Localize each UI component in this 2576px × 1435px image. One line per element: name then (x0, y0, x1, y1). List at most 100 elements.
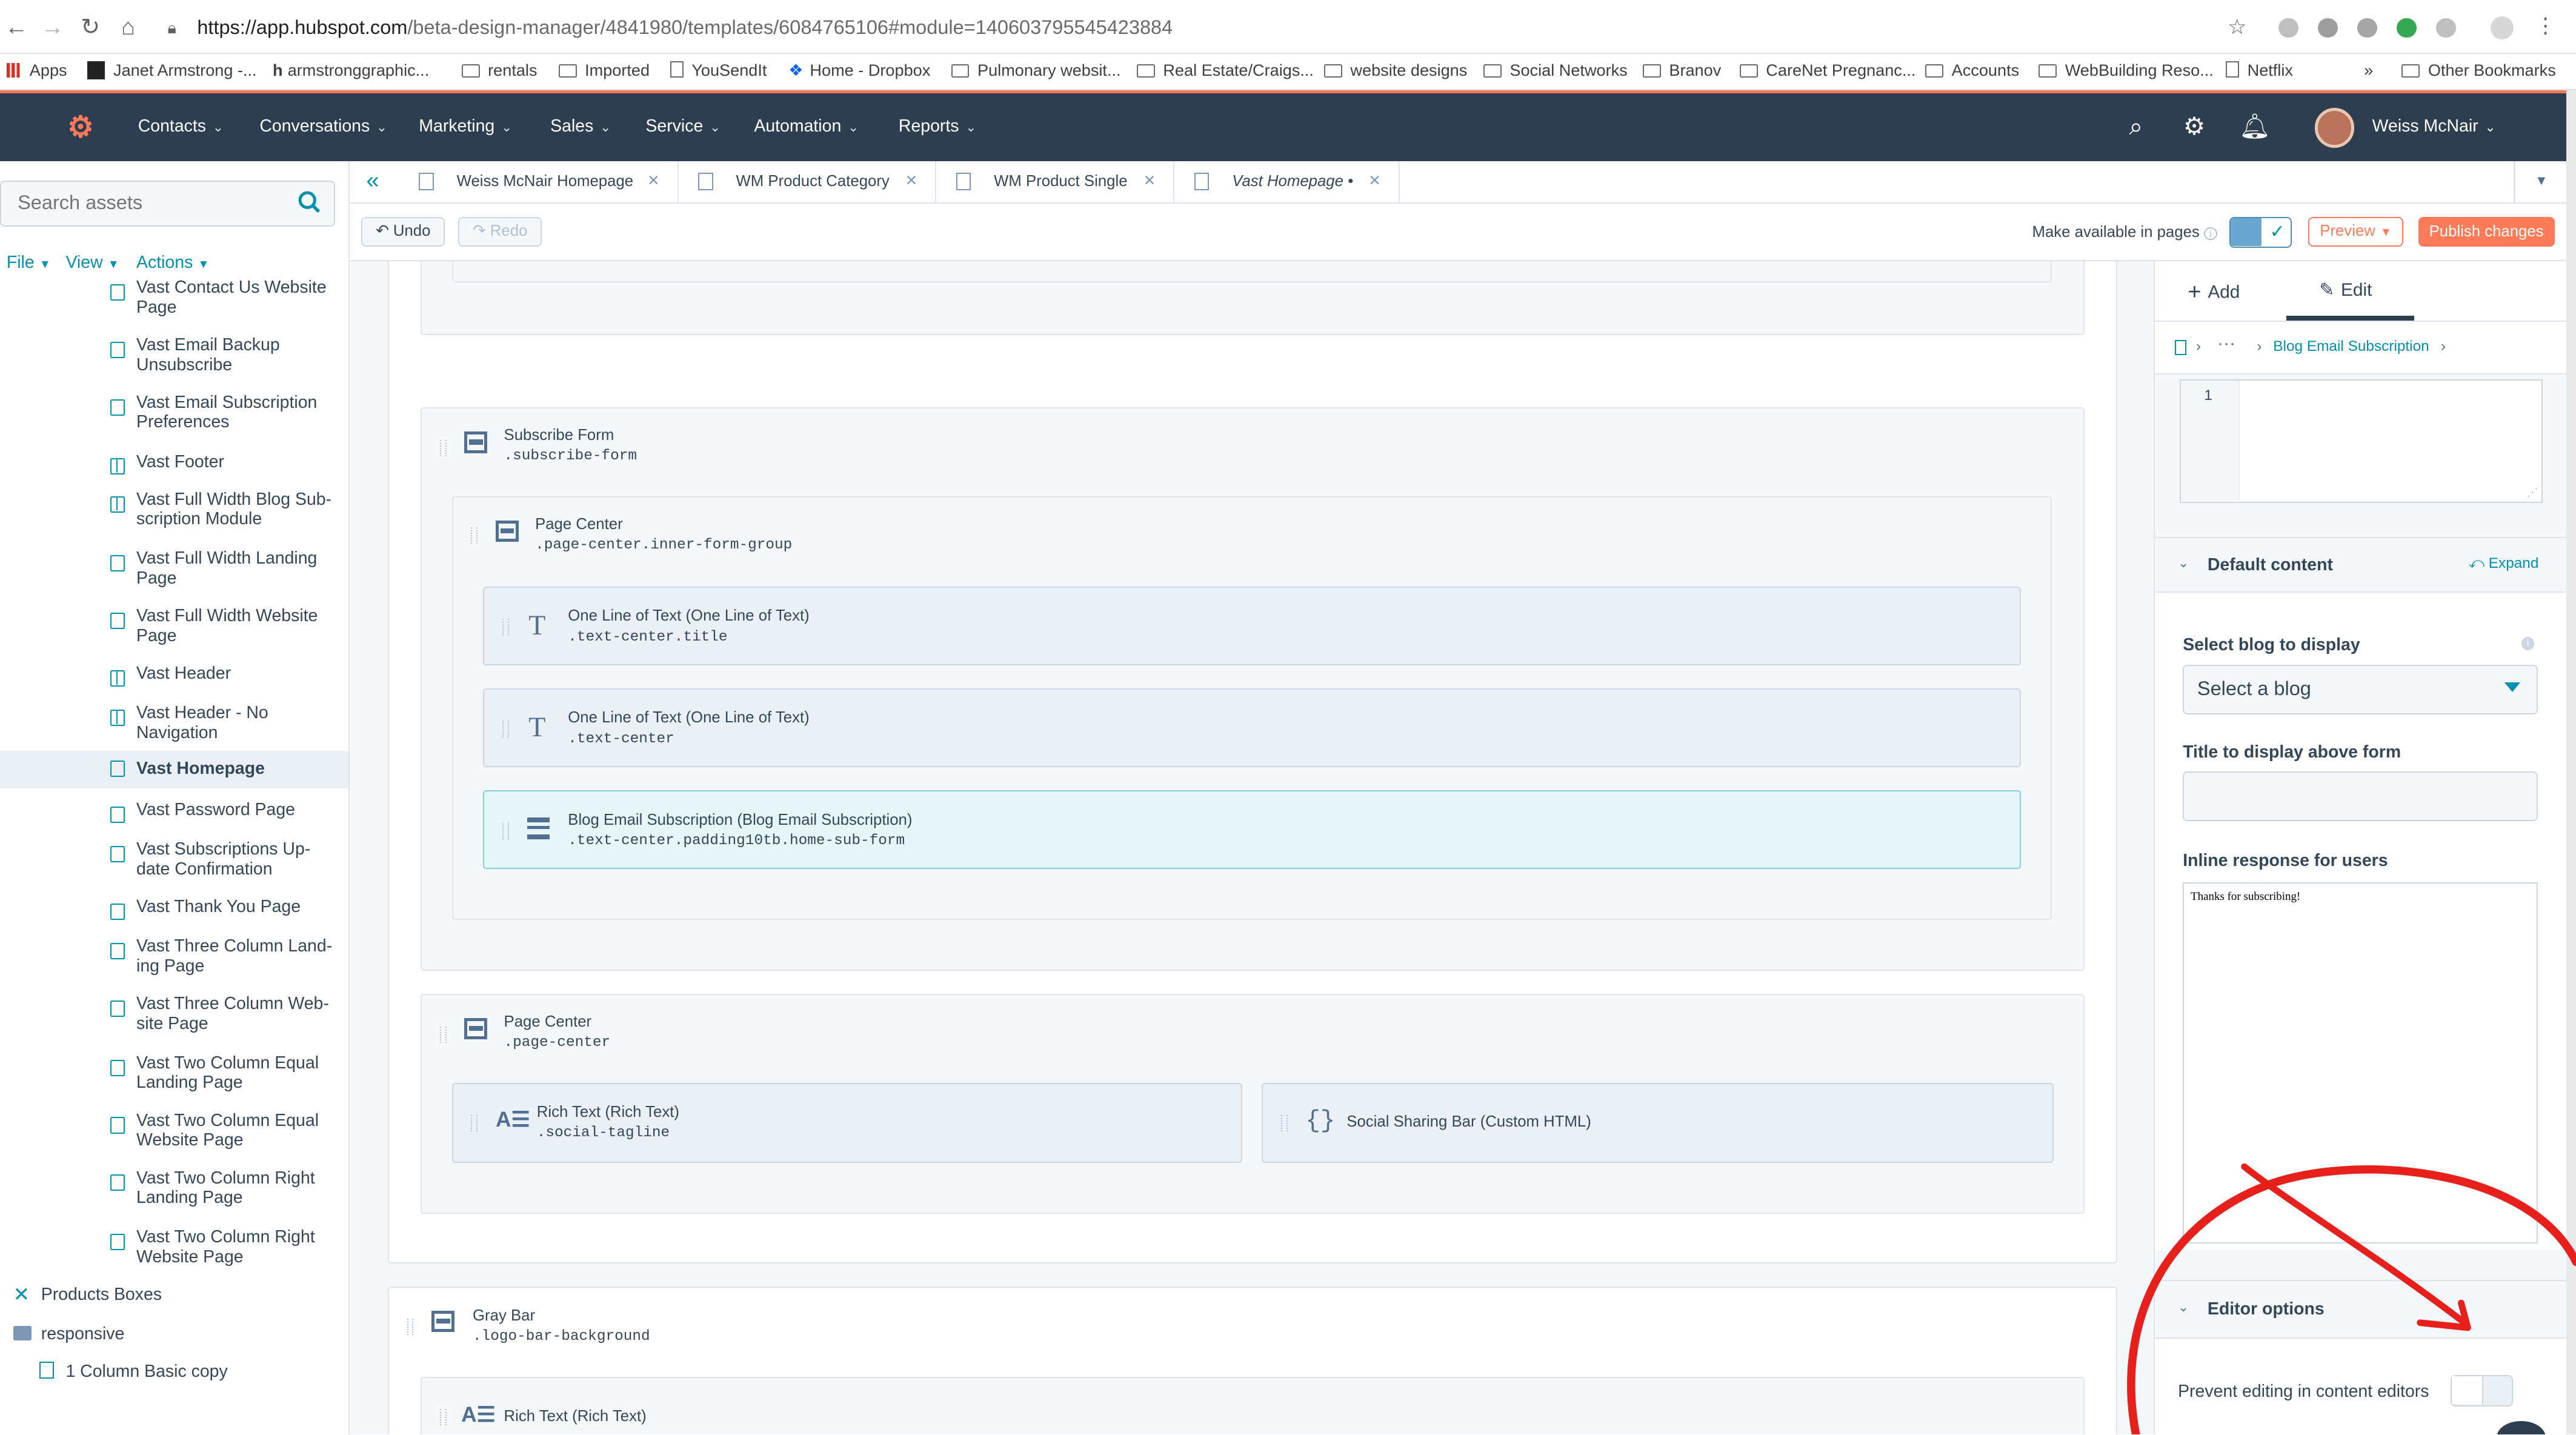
drag-handle-icon[interactable] (439, 439, 447, 456)
bookmark-item[interactable]: rentals (461, 61, 537, 80)
tree-item[interactable]: Vast Email Backup Unsubscribe (0, 335, 348, 384)
bookmark-item[interactable]: ❖ Home - Dropbox (788, 61, 930, 80)
close-icon[interactable]: × (905, 169, 917, 191)
bookmark-item[interactable]: Accounts (1925, 61, 2019, 80)
tree-item[interactable]: Vast Two Column Equal Landing Page (0, 1053, 348, 1102)
nav-reports[interactable]: Reports ⌄ (899, 116, 977, 136)
caret-down-icon[interactable]: ▼ (2535, 173, 2548, 188)
close-icon[interactable]: × (1144, 169, 1156, 191)
bookmark-item[interactable]: Imported (558, 61, 650, 80)
close-icon[interactable]: × (648, 169, 659, 191)
home-icon[interactable]: ⌂ (115, 15, 141, 41)
module-rich-text[interactable]: A☰ Rich Text (Rich Text) .social-tagline (451, 1082, 1242, 1164)
avatar[interactable] (2314, 108, 2354, 148)
extension-icon[interactable] (2278, 18, 2298, 38)
tree-item[interactable]: 1 Column Basic copy (39, 1362, 335, 1385)
drag-handle-icon[interactable] (502, 822, 509, 839)
bookmark-apps[interactable]: Apps (6, 61, 67, 80)
tree-item[interactable]: Vast Full Width Blog Sub-scription Modul… (0, 490, 348, 539)
inline-response-editor[interactable]: Thanks for subscribing! (2183, 882, 2538, 1244)
chat-launcher-icon[interactable] (2496, 1421, 2546, 1434)
bookmark-item[interactable]: CareNet Pregnanc... (1739, 61, 1915, 80)
tab-weiss-mcnair-homepage[interactable]: Weiss McNair Homepage × (399, 161, 679, 204)
url-field[interactable]: 🔒︎ https://app.hubspot.com/beta-design-m… (158, 8, 2260, 48)
bookmark-item[interactable]: Janet Armstrong -... (87, 61, 257, 80)
extension-icon[interactable] (2357, 18, 2377, 38)
default-content-header[interactable]: ⌄ Default content ⤺ Expand (2155, 538, 2566, 593)
actions-menu[interactable]: Actions ▼ (136, 253, 209, 273)
tree-item-products-boxes[interactable]: ✕ Products Boxes (13, 1284, 342, 1308)
tree-item[interactable]: Vast Full Width Website Page (0, 606, 348, 655)
expand-button[interactable]: ⤺ Expand (2469, 555, 2539, 572)
tree-item[interactable]: Vast Email Subscription Preferences (0, 393, 348, 442)
tree-item[interactable]: Vast Three Column Web-site Page (0, 994, 348, 1043)
view-menu[interactable]: View ▼ (65, 253, 119, 273)
search-icon[interactable]: ⌕ (2129, 113, 2143, 139)
publish-changes-button[interactable]: Publish changes (2418, 216, 2555, 247)
breadcrumb-current[interactable]: Blog Email Subscription (2273, 338, 2429, 355)
drag-handle-icon[interactable] (407, 1319, 414, 1336)
tree-item[interactable]: Vast Two Column Equal Website Page (0, 1111, 348, 1160)
tree-item[interactable]: Vast Two Column Right Website Page (0, 1227, 348, 1276)
bookmark-item[interactable]: WebBuilding Reso... (2039, 61, 2214, 80)
page-icon[interactable] (2174, 340, 2186, 355)
bookmark-item[interactable]: Pulmonary websit... (951, 61, 1121, 80)
nav-automation[interactable]: Automation ⌄ (754, 116, 859, 136)
prevent-editing-toggle[interactable] (2451, 1375, 2514, 1407)
search-icon[interactable] (298, 190, 321, 213)
bookmark-item[interactable]: Real Estate/Craigs... (1137, 61, 1314, 80)
nav-service[interactable]: Service ⌄ (645, 116, 721, 136)
tree-item[interactable]: Vast Contact Us Website Page (0, 278, 348, 327)
module-text-center[interactable]: T One Line of Text (One Line of Text) .t… (483, 688, 2021, 768)
extension-icon[interactable] (2318, 18, 2338, 38)
module-social-sharing-bar[interactable]: {} Social Sharing Bar (Custom HTML) (1262, 1082, 2054, 1164)
reload-icon[interactable]: ↻ (77, 15, 103, 41)
tree-item[interactable]: Vast Header - No Navigation (0, 703, 348, 752)
bookmark-item[interactable]: YouSendIt (670, 61, 767, 80)
bookmarks-overflow[interactable]: » (2364, 61, 2373, 80)
nav-sales[interactable]: Sales ⌄ (550, 116, 611, 136)
drag-handle-icon[interactable] (471, 527, 478, 544)
bookmark-item[interactable]: Branov (1643, 61, 1721, 80)
module-blog-email-subscription[interactable]: Blog Email Subscription (Blog Email Subs… (483, 790, 2021, 870)
drag-handle-icon[interactable] (439, 1026, 447, 1043)
bookmark-item[interactable]: Social Networks (1483, 61, 1628, 80)
gray-bar-inner[interactable]: A☰ Rich Text (Rich Text) (421, 1376, 2085, 1434)
drag-handle-icon[interactable] (502, 721, 509, 737)
preview-button[interactable]: Preview ▼ (2308, 216, 2404, 247)
make-available-toggle[interactable]: ✓ (2229, 216, 2292, 248)
extension-icon[interactable] (2436, 18, 2456, 38)
tree-item[interactable]: Vast Subscriptions Up-date Confirmation (0, 839, 348, 888)
tree-item[interactable]: Vast Two Column Right Landing Page (0, 1168, 348, 1217)
section-top-inner[interactable] (451, 261, 2052, 283)
tree-item[interactable]: Vast Footer (0, 452, 348, 485)
module-text-title[interactable]: T One Line of Text (One Line of Text) .t… (483, 586, 2021, 665)
user-menu[interactable]: Weiss McNair ⌄ (2372, 116, 2496, 136)
bookmark-item[interactable]: website designs (1324, 61, 1467, 80)
tree-folder-responsive[interactable]: responsive (13, 1324, 342, 1347)
bookmark-item[interactable]: Other Bookmarks (2401, 61, 2556, 80)
drag-handle-icon[interactable] (1280, 1115, 1288, 1132)
tree-item[interactable]: Vast Password Page (0, 800, 348, 833)
hubspot-logo-icon[interactable]: ⚙︎ (62, 110, 99, 146)
tree-item[interactable]: Vast Header (0, 664, 348, 696)
back-icon[interactable]: ← (3, 15, 29, 41)
bell-icon[interactable]: 🔔︎ (2239, 113, 2271, 139)
tree-item[interactable]: Vast Thank You Page (0, 897, 348, 930)
drag-handle-icon[interactable] (502, 619, 509, 636)
drag-handle-icon[interactable] (471, 1115, 478, 1132)
tree-item[interactable]: Vast Three Column Land-ing Page (0, 936, 348, 985)
gear-icon[interactable]: ⚙︎ (2183, 113, 2205, 139)
ellipsis-icon[interactable]: ··· (2217, 333, 2235, 354)
search-input[interactable] (14, 190, 278, 216)
code-editor[interactable]: 1 ⋰ (2179, 379, 2543, 503)
tab-vast-homepage[interactable]: Vast Homepage • × (1174, 161, 1400, 204)
tab-wm-product-category[interactable]: WM Product Category × (679, 161, 937, 204)
tab-wm-product-single[interactable]: WM Product Single × (936, 161, 1175, 204)
tab-add[interactable]: + Add (2188, 279, 2240, 305)
close-icon[interactable]: × (1369, 169, 1380, 191)
redo-button[interactable]: ↷ Redo (458, 216, 542, 247)
bookmark-item[interactable]: Netflix (2226, 61, 2293, 80)
file-menu[interactable]: File ▼ (7, 253, 51, 273)
nav-contacts[interactable]: Contacts ⌄ (138, 116, 224, 136)
